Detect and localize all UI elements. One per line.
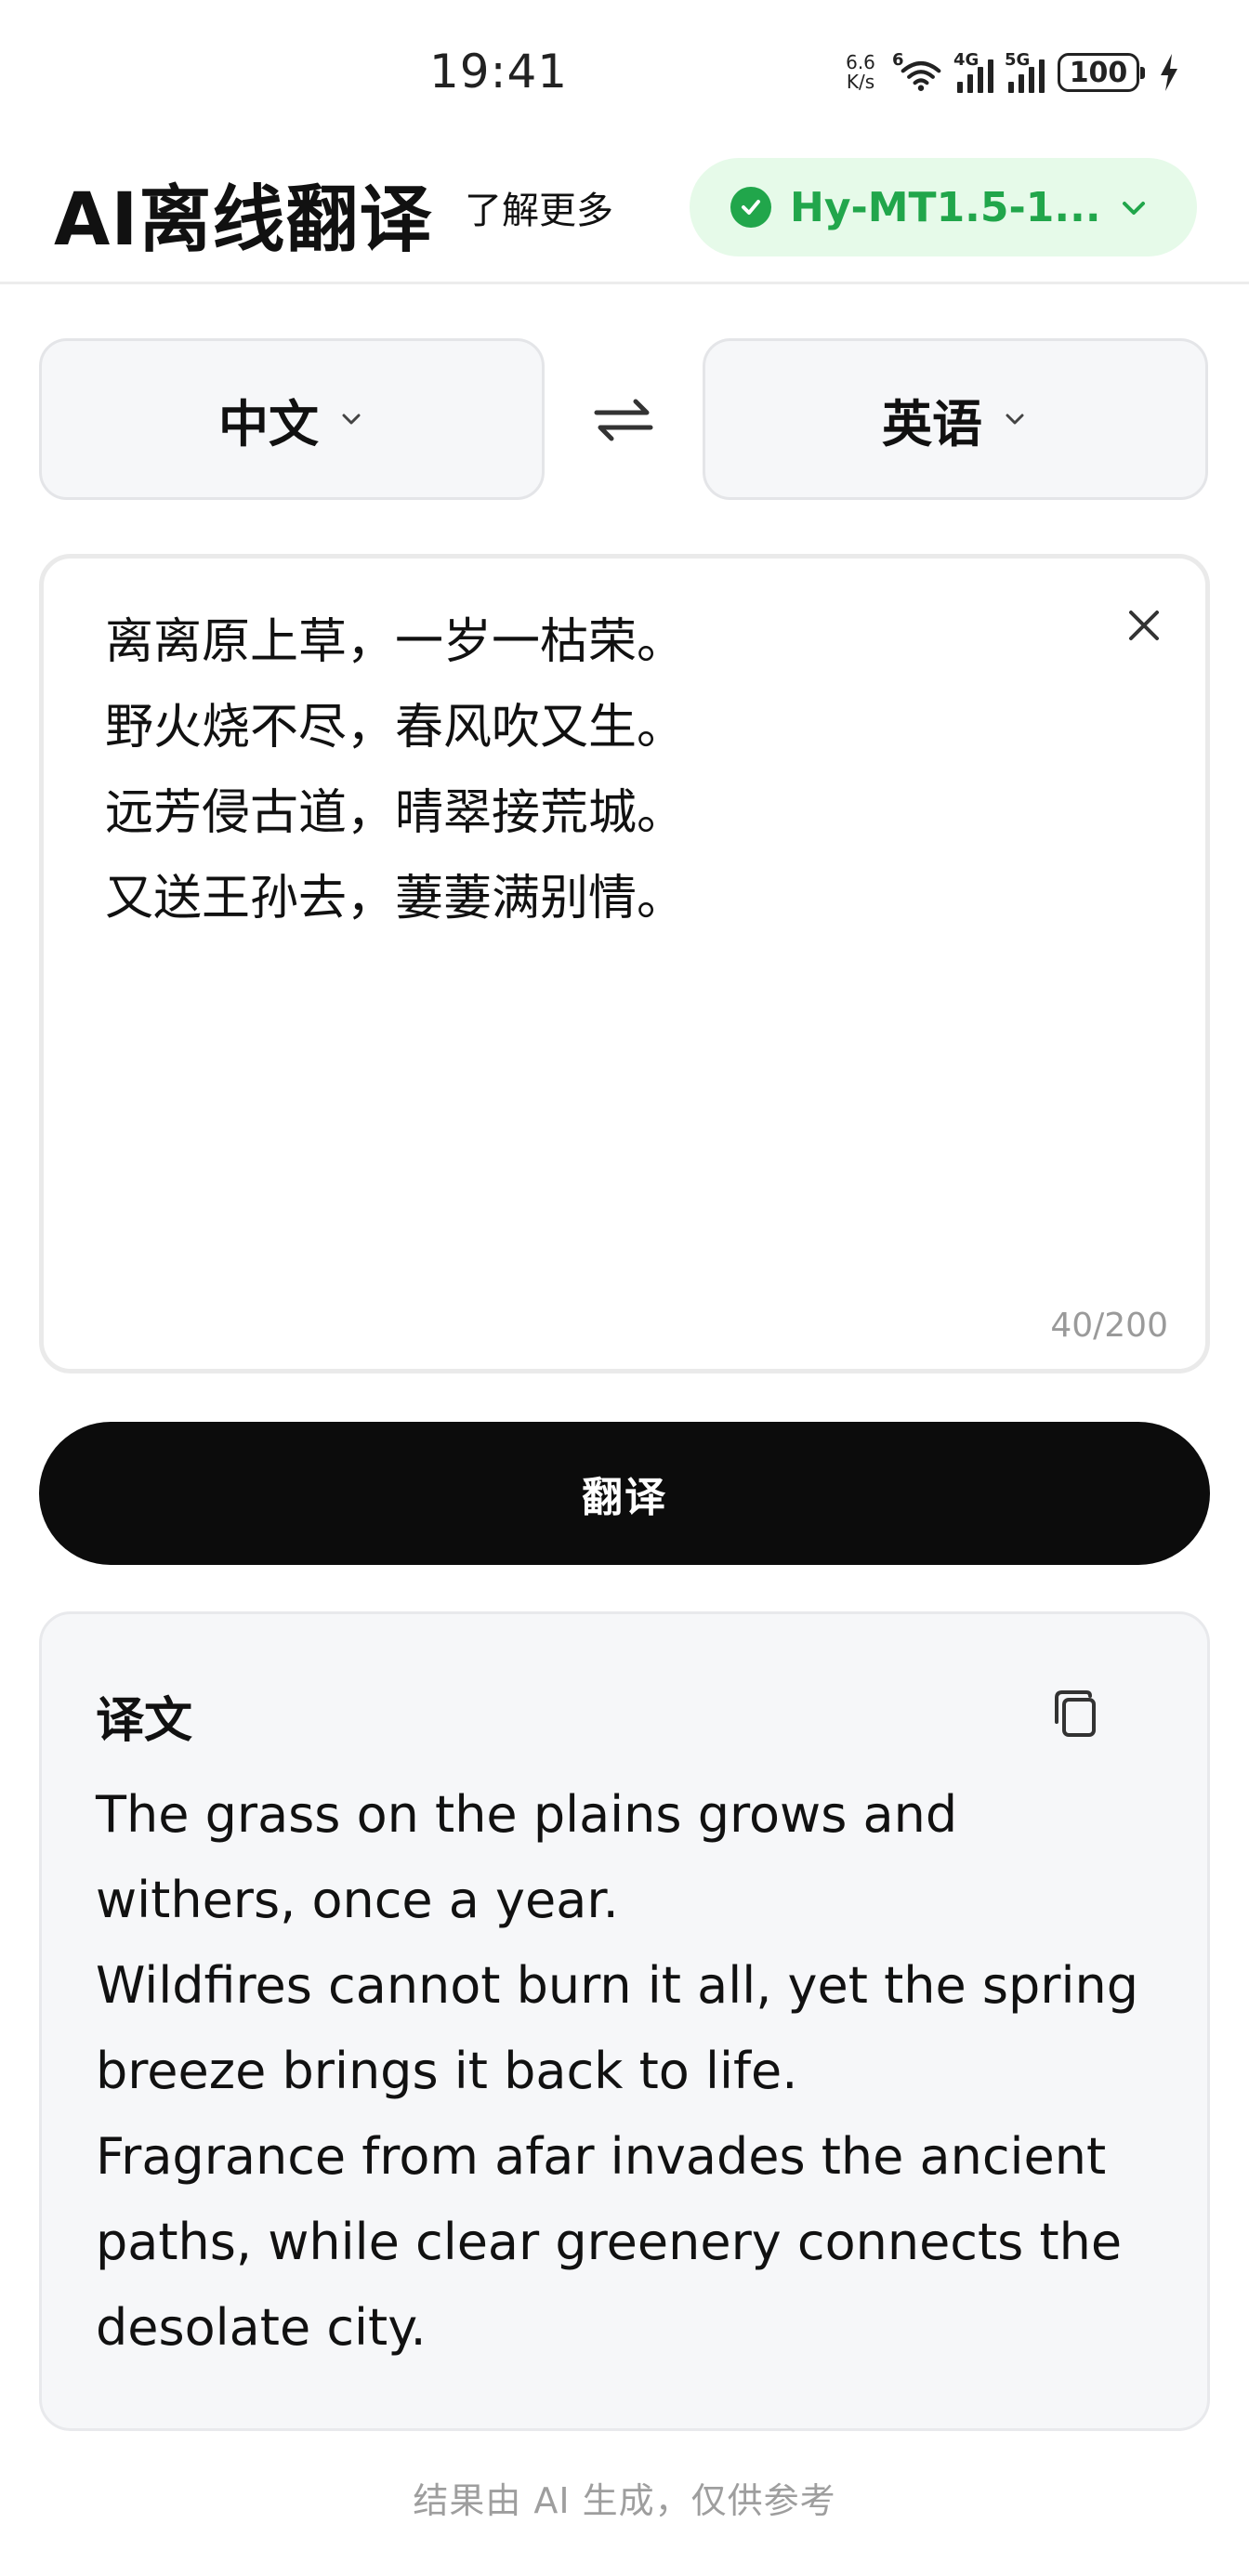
network-speed-value: 6.6 <box>846 51 875 73</box>
source-text-line: 远芳侵古道，晴翠接荒城。 <box>105 785 686 841</box>
wifi-icon: 6 <box>892 50 942 93</box>
learn-more-link[interactable]: 了解更多 <box>465 180 613 234</box>
translated-text-line: Fragrance from afar invades the ancient <box>96 2127 1107 2186</box>
translated-text-line: paths, while clear greenery connects the <box>96 2213 1123 2271</box>
battery-icon: 100 <box>1058 53 1145 92</box>
chevron-down-icon <box>1006 414 1024 425</box>
translation-result-card: 译文 The grass on the plains grows and wit… <box>39 1611 1210 2431</box>
target-language-selector[interactable]: 英语 <box>703 338 1208 500</box>
source-text-input[interactable]: 离离原上草，一岁一枯荣。 野火烧不尽，春风吹又生。 远芳侵古道，晴翠接荒城。 又… <box>39 554 1210 1373</box>
model-name: Hy-MT1.5-1... <box>790 183 1101 231</box>
source-language-selector[interactable]: 中文 <box>39 338 545 500</box>
source-text-line: 离离原上草，一岁一枯荣。 <box>105 614 686 670</box>
target-language-label: 英语 <box>882 394 982 453</box>
ai-disclaimer: 结果由 AI 生成，仅供参考 <box>413 2480 836 2521</box>
status-time: 19:41 <box>429 45 569 99</box>
source-text-line: 又送王孙去，萋萋满别情。 <box>105 871 686 927</box>
translated-text-line: breeze brings it back to life. <box>96 2042 798 2100</box>
translate-button[interactable]: 翻译 <box>39 1422 1210 1565</box>
cellular-5g-label: 5G <box>1005 50 1031 70</box>
translated-text-line: Wildfires cannot burn it all, yet the sp… <box>96 1956 1138 2015</box>
chevron-down-icon <box>1123 202 1145 215</box>
source-language-label: 中文 <box>218 394 319 453</box>
status-icons: 6.6 K/s 6 4G 5G 100 <box>840 48 1180 97</box>
translate-button-label: 翻译 <box>582 1474 667 1521</box>
app-title: AI离线翻译 <box>54 178 433 262</box>
translated-text: The grass on the plains grows and wither… <box>96 1772 1174 2371</box>
translated-text-line: withers, once a year. <box>96 1871 619 1929</box>
character-count: 40/200 <box>1050 1307 1168 1345</box>
copy-icon[interactable] <box>1051 1687 1099 1739</box>
cellular-signal-icon: 5G <box>1005 50 1045 93</box>
cellular-4g-label: 4G <box>953 50 979 70</box>
wifi-label: 6 <box>892 50 904 70</box>
network-speed-unit: K/s <box>846 71 875 93</box>
status-bar: 19:41 6.6 K/s 6 4G 5G 100 <box>0 0 1249 149</box>
cellular-signal-icon: 4G <box>953 50 993 93</box>
battery-level: 100 <box>1069 56 1128 89</box>
translated-text-line: desolate city. <box>96 2298 427 2357</box>
network-speed: 6.6 K/s <box>840 53 881 92</box>
app-header: AI离线翻译 了解更多 Hy-MT1.5-1... <box>0 149 1249 284</box>
charging-bolt-icon <box>1161 54 1177 91</box>
model-selector[interactable]: Hy-MT1.5-1... <box>690 158 1197 256</box>
source-text[interactable]: 离离原上草，一岁一枯荣。 野火烧不尽，春风吹又生。 远芳侵古道，晴翠接荒城。 又… <box>105 599 685 941</box>
translated-text-line: The grass on the plains grows and <box>96 1785 958 1844</box>
check-circle-icon <box>730 187 771 228</box>
chevron-down-icon <box>342 414 361 425</box>
source-text-line: 野火烧不尽，春风吹又生。 <box>105 700 686 756</box>
swap-languages-icon[interactable] <box>591 394 656 446</box>
clear-icon[interactable] <box>1124 605 1164 646</box>
result-title: 译文 <box>96 1693 193 1749</box>
